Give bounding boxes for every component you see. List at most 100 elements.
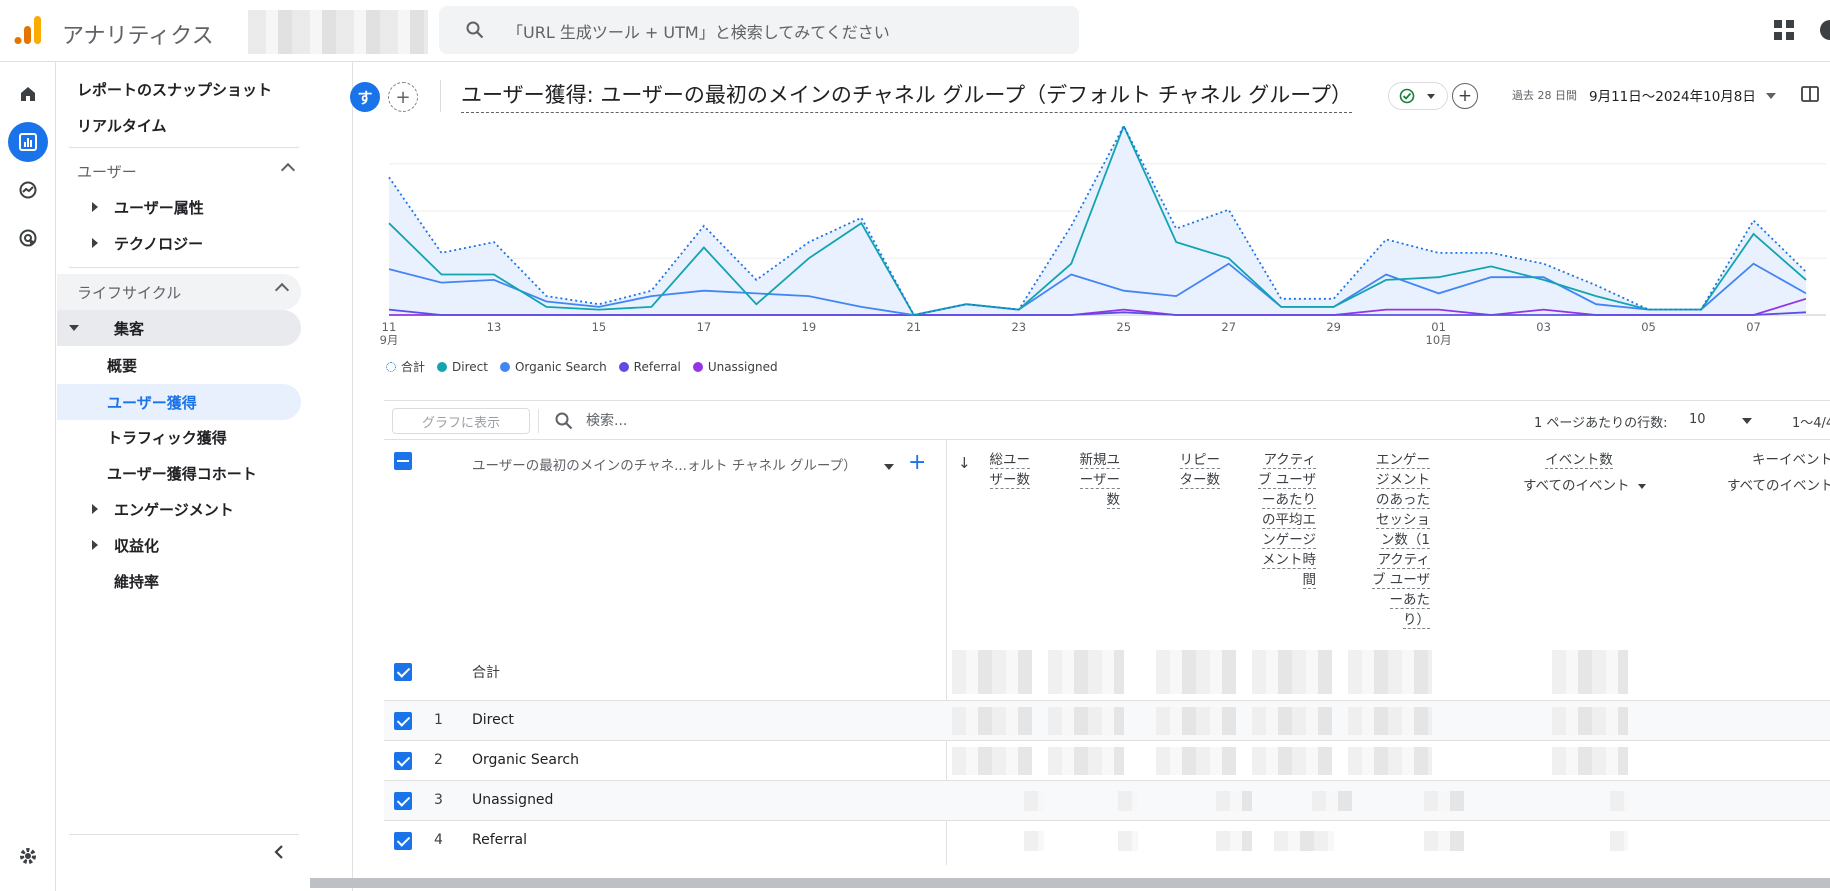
explore-icon[interactable] xyxy=(8,170,48,210)
account-selector[interactable] xyxy=(248,10,428,54)
nav-label: 概要 xyxy=(107,356,138,375)
total-row-checkbox[interactable] xyxy=(394,663,412,681)
legend-item[interactable]: Organic Search xyxy=(499,358,607,375)
advertising-icon[interactable] xyxy=(8,218,48,258)
page-title[interactable]: ユーザー獲得: ユーザーの最初のメインのチャネル グループ（デフォルト チャネル… xyxy=(461,79,1352,113)
nav-group-lifecycle[interactable]: ライフサイクル xyxy=(57,274,301,310)
chevron-left-icon[interactable] xyxy=(269,842,289,862)
table-row[interactable]: 4 Referral xyxy=(384,820,1830,860)
select-all-checkbox[interactable] xyxy=(394,452,412,470)
nav-technology[interactable]: テクノロジー xyxy=(92,226,336,260)
nav-acquisition-overview[interactable]: 概要 xyxy=(107,348,351,382)
comparison-avatar[interactable]: す xyxy=(350,82,380,112)
key-event-filter-select[interactable]: すべてのイベント xyxy=(1727,474,1830,494)
nav-traffic-acquisition[interactable]: トラフィック獲得 xyxy=(107,420,351,454)
chart-tick-label: 03 xyxy=(1536,320,1551,334)
blurred-value xyxy=(1424,791,1464,811)
nav-retention[interactable]: 維持率 xyxy=(92,564,336,598)
metric-header-key-events[interactable]: キーイベント xyxy=(1752,450,1830,470)
analytics-logo-icon[interactable] xyxy=(14,14,42,46)
line-chart: 119月 13 15 17 19 21 23 25 27 29 0110月 03 05 07 xyxy=(380,126,1826,347)
dropdown-arrow-icon[interactable] xyxy=(884,464,894,470)
add-dimension-button[interactable]: + xyxy=(908,450,926,475)
nav-report-snapshot[interactable]: レポートのスナップショット xyxy=(77,72,321,106)
legend-dot-icon xyxy=(692,361,703,372)
metric-header-line: ーザー xyxy=(1079,472,1120,489)
blurred-value xyxy=(1024,791,1044,811)
compare-columns-icon[interactable] xyxy=(1800,84,1820,104)
dropdown-arrow-icon[interactable] xyxy=(1766,93,1776,99)
metric-header-new-users[interactable]: 新規ユ ーザー 数 xyxy=(1064,450,1120,510)
blurred-value xyxy=(1118,791,1138,811)
report-status-pill[interactable] xyxy=(1388,82,1448,110)
nav-monetization[interactable]: 収益化 xyxy=(92,528,336,562)
legend-item[interactable]: 合計 xyxy=(386,358,425,375)
apps-grid-icon[interactable] xyxy=(1774,20,1794,40)
nav-label: ユーザー属性 xyxy=(114,198,204,217)
legend-item[interactable]: Referral xyxy=(618,358,681,375)
metric-header-line: リピー xyxy=(1179,452,1220,469)
nav-realtime[interactable]: リアルタイム xyxy=(77,108,321,142)
table-row[interactable]: 3 Unassigned xyxy=(384,780,1830,820)
event-count-label: イベント数 xyxy=(1545,452,1613,469)
nav-group-label: ライフサイクル xyxy=(77,283,182,302)
total-row-label: 合計 xyxy=(472,665,500,681)
settings-gear-icon[interactable] xyxy=(8,836,48,876)
nav-user-acquisition[interactable]: ユーザー獲得 xyxy=(57,384,301,420)
nav-group-user[interactable]: ユーザー xyxy=(77,154,307,188)
blurred-value xyxy=(1424,831,1464,851)
legend-item[interactable]: Unassigned xyxy=(692,358,778,375)
blurred-value xyxy=(952,650,1032,694)
chart-tick-label: 17 xyxy=(697,320,712,334)
dimension-column-header[interactable]: ユーザーの最初のメインのチャネ...ォルト チャネル グループ） xyxy=(472,454,857,474)
blurred-value xyxy=(1610,831,1628,851)
plot-rows-button[interactable]: グラフに表示 xyxy=(392,408,530,434)
row-checkbox[interactable] xyxy=(394,832,412,850)
account-avatar[interactable] xyxy=(1820,20,1830,40)
metric-header-avg-engagement-time[interactable]: アクティ ブ ユーザ ーあたり の平均エ ンゲージ メント時 間 xyxy=(1250,450,1316,590)
nav-engagement[interactable]: エンゲージメント xyxy=(92,492,336,526)
row-checkbox[interactable] xyxy=(394,792,412,810)
collapse-arrow-icon xyxy=(69,325,79,331)
metric-header-returning-users[interactable]: リピー ター数 xyxy=(1164,450,1220,490)
blurred-value xyxy=(1552,650,1628,694)
nav-user-acquisition-cohort[interactable]: ユーザー獲得コホート xyxy=(107,456,351,490)
top-bar: アナリティクス 「URL 生成ツール + UTM」と検索してみてください xyxy=(0,0,1830,62)
dropdown-arrow-icon[interactable] xyxy=(1742,418,1752,424)
blurred-value xyxy=(1252,707,1332,735)
date-range-picker[interactable]: 9月11日～2024年10月8日 xyxy=(1589,85,1756,105)
event-filter-select[interactable]: すべてのイベント xyxy=(1523,474,1646,494)
row-number: 1 xyxy=(434,712,443,728)
table-search-input[interactable] xyxy=(584,407,884,435)
legend-label: Referral xyxy=(633,359,681,374)
home-icon[interactable] xyxy=(8,74,48,114)
table-toolbar: グラフに表示 1 ページあたりの行数: 10 1～4/4 xyxy=(384,400,1830,440)
add-comparison-button[interactable]: + xyxy=(388,82,418,112)
row-checkbox[interactable] xyxy=(394,752,412,770)
blurred-value xyxy=(1348,747,1432,775)
metric-header-engaged-sessions-per-user[interactable]: エンゲー ジメント のあった セッショ ン数（1 アクティ ブ ユーザ ーあた … xyxy=(1364,450,1430,630)
legend-item[interactable]: Direct xyxy=(437,358,488,375)
row-checkbox[interactable] xyxy=(394,712,412,730)
nav-acquisition[interactable]: 集客 xyxy=(57,310,301,346)
metric-header-total-users[interactable]: 総ユー ザー数 xyxy=(974,450,1030,490)
metric-header-event-count[interactable]: イベント数 xyxy=(1524,450,1634,470)
search-icon xyxy=(466,21,484,39)
add-button[interactable]: + xyxy=(1452,83,1478,109)
chart-tick-label: 29 xyxy=(1326,320,1341,334)
nav-user-attributes[interactable]: ユーザー属性 xyxy=(92,190,336,224)
row-number: 3 xyxy=(434,792,443,808)
horizontal-scrollbar[interactable] xyxy=(310,878,1830,888)
blurred-value xyxy=(952,707,1032,735)
nav-group-label: ユーザー xyxy=(77,162,137,181)
blurred-value xyxy=(1118,831,1138,851)
metric-header-line: アクティ xyxy=(1377,552,1430,569)
app-title: アナリティクス xyxy=(62,24,214,49)
search-bar[interactable]: 「URL 生成ツール + UTM」と検索してみてください xyxy=(439,6,1079,54)
sort-arrow-icon[interactable]: ↓ xyxy=(958,454,971,472)
metric-header-line: 総ユー xyxy=(989,452,1030,469)
reports-icon[interactable] xyxy=(8,122,48,162)
table-row[interactable]: 2 Organic Search xyxy=(384,740,1830,780)
table-row[interactable]: 1 Direct xyxy=(384,700,1830,740)
metric-header-line: の平均エ xyxy=(1262,512,1316,529)
